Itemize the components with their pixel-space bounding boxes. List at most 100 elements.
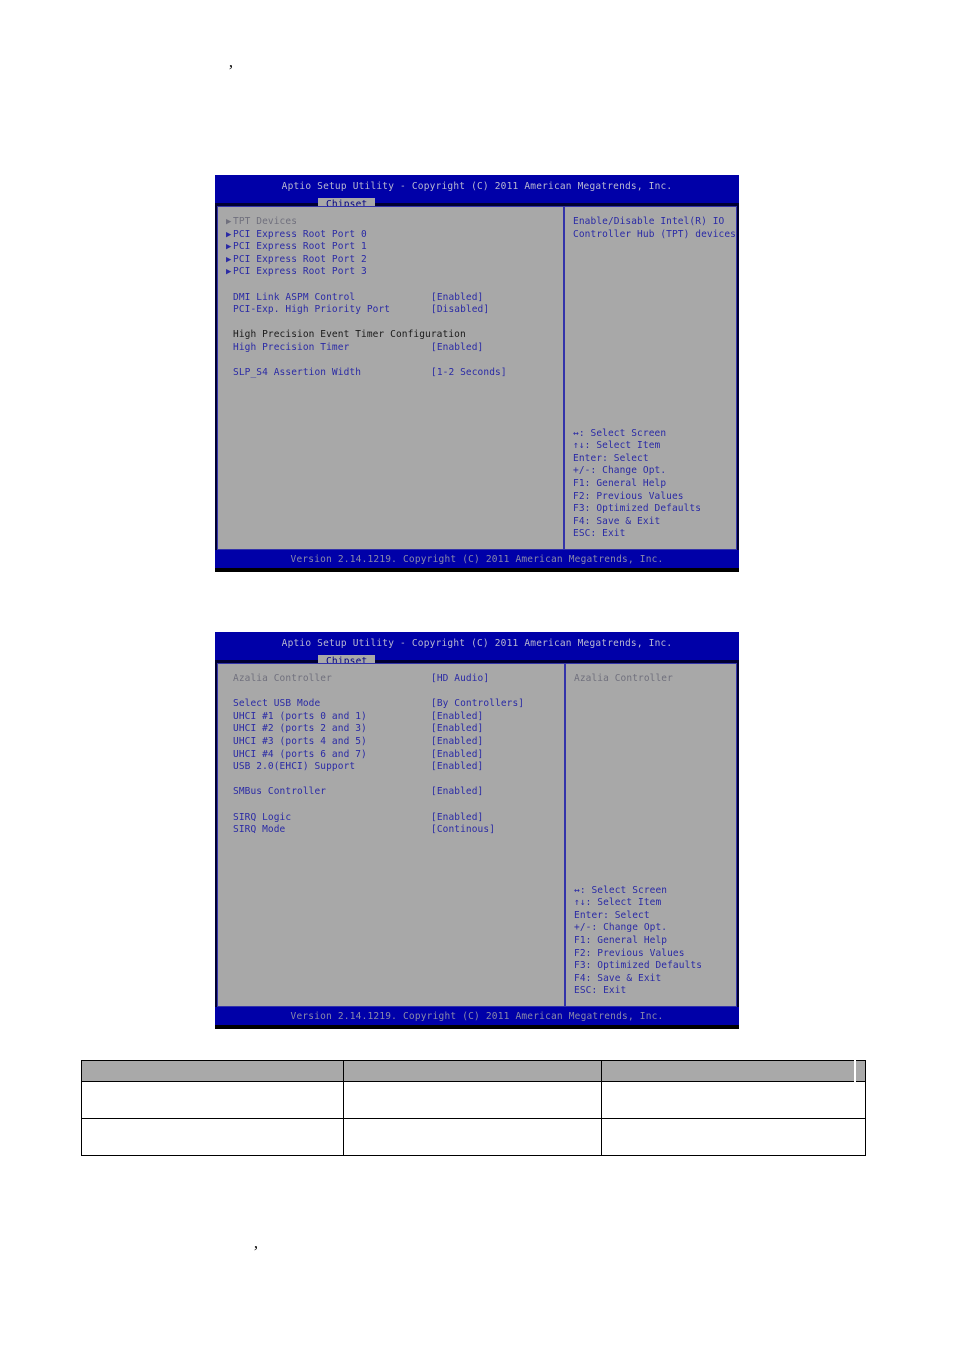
stray-mark-top: ’: [228, 61, 234, 80]
bios-tabrow-1: Chipset: [215, 192, 739, 213]
bios-navkeys-2: ↔: Select Screen ↑↓: Select Item Enter: …: [574, 885, 739, 998]
setting-label: UHCI #3 (ports 4 and 5): [233, 735, 367, 747]
table-header-cell-2: [343, 1060, 602, 1082]
setting-dmi-link-aspm-control[interactable]: DMI Link ASPM Control [Enabled]: [218, 292, 563, 305]
setting-pci-exp-high-priority-port[interactable]: PCI-Exp. High Priority Port [Disabled]: [218, 304, 563, 317]
help-text-line: Enable/Disable Intel(R) IO: [573, 216, 725, 227]
navkey-save-exit: F4: Save & Exit: [573, 515, 661, 527]
bios-options-panel-1: ▶ TPT Devices ▶ PCI Express Root Port 0 …: [218, 207, 566, 549]
table-cell: [601, 1118, 866, 1156]
menu-spacer: [218, 774, 564, 787]
table-cell: [81, 1081, 344, 1119]
navkey-previous-values: F2: Previous Values: [573, 490, 684, 502]
menu-item-pci-express-root-port-2[interactable]: ▶ PCI Express Root Port 2: [218, 254, 563, 267]
bios-titlebar-1: Aptio Setup Utility - Copyright (C) 2011…: [215, 175, 739, 213]
menu-spacer: [218, 317, 563, 330]
navkey-select-item: ↑↓: Select Item: [573, 440, 661, 452]
bios-help-panel-2: Azalia Controller ↔: Select Screen ↑↓: S…: [566, 664, 736, 1006]
setting-label: SIRQ Logic: [233, 811, 292, 823]
menu-spacer: [218, 355, 563, 368]
setting-value[interactable]: [1-2 Seconds]: [431, 367, 507, 380]
setting-value[interactable]: [Enabled]: [431, 292, 483, 305]
settings-table: [81, 1060, 866, 1156]
navkey-general-help: F1: General Help: [574, 935, 668, 947]
table-cell: [343, 1118, 602, 1156]
table-cell: [343, 1081, 602, 1119]
setting-label: DMI Link ASPM Control: [233, 291, 356, 303]
setting-label: High Precision Timer: [233, 341, 350, 353]
bios-footer-2: Version 2.14.1219. Copyright (C) 2011 Am…: [215, 1007, 739, 1025]
setting-value[interactable]: [Enabled]: [431, 761, 483, 774]
bios-version-text: Version 2.14.1219. Copyright (C) 2011 Am…: [290, 1011, 664, 1022]
setting-value[interactable]: [Enabled]: [431, 711, 483, 724]
menu-item-tpt-devices[interactable]: ▶ TPT Devices: [218, 216, 563, 229]
menu-item-pci-express-root-port-0[interactable]: ▶ PCI Express Root Port 0: [218, 229, 563, 242]
setting-label: PCI-Exp. High Priority Port: [233, 304, 391, 316]
menu-item-pci-express-root-port-3[interactable]: ▶ PCI Express Root Port 3: [218, 266, 563, 279]
bios-options-panel-2: Azalia Controller [HD Audio] Select USB …: [218, 664, 566, 1006]
table-header-text: [82, 1069, 343, 1073]
setting-smbus-controller[interactable]: SMBus Controller [Enabled]: [218, 786, 564, 799]
setting-slp-s4-assertion-width[interactable]: SLP_S4 Assertion Width [1-2 Seconds]: [218, 367, 563, 380]
table-cell-text: [344, 1098, 601, 1102]
menu-item-label: PCI Express Root Port 2: [233, 253, 367, 265]
setting-value[interactable]: [Enabled]: [431, 723, 483, 736]
table-cell-text: [602, 1135, 865, 1139]
table-header-text: [344, 1069, 601, 1073]
setting-label: UHCI #1 (ports 0 and 1): [233, 710, 367, 722]
table-cell-text: [344, 1135, 601, 1139]
setting-usb-2-ehci-support[interactable]: USB 2.0(EHCI) Support [Enabled]: [218, 761, 564, 774]
table-row: [81, 1118, 866, 1156]
bios-body-2: Azalia Controller [HD Audio] Select USB …: [217, 663, 737, 1007]
help-text-line: Azalia Controller: [574, 673, 673, 684]
table-cell: [81, 1118, 344, 1156]
section-heading-label: High Precision Event Timer Configuration: [233, 329, 466, 341]
navkey-esc-exit: ESC: Exit: [573, 528, 626, 540]
setting-value[interactable]: [Enabled]: [431, 736, 483, 749]
menu-item-label: PCI Express Root Port 1: [233, 241, 367, 253]
bios-bottom-strip: [215, 568, 739, 572]
setting-label: UHCI #2 (ports 2 and 3): [233, 723, 367, 735]
bios-screenshot-2: Aptio Setup Utility - Copyright (C) 2011…: [215, 632, 739, 1029]
bios-screenshot-1: Aptio Setup Utility - Copyright (C) 2011…: [215, 175, 739, 572]
setting-value[interactable]: [Disabled]: [431, 304, 489, 317]
section-heading-hpet-configuration: High Precision Event Timer Configuration: [218, 329, 563, 342]
setting-value[interactable]: [By Controllers]: [431, 698, 524, 711]
setting-value[interactable]: [Enabled]: [431, 812, 483, 825]
setting-uhci-2[interactable]: UHCI #2 (ports 2 and 3) [Enabled]: [218, 723, 564, 736]
setting-label: SLP_S4 Assertion Width: [233, 367, 362, 379]
setting-select-usb-mode[interactable]: Select USB Mode [By Controllers]: [218, 698, 564, 711]
submenu-arrow-icon: ▶: [226, 254, 232, 265]
stray-mark-bottom: ’: [253, 1242, 259, 1261]
table-cell-text: [82, 1098, 343, 1102]
setting-high-precision-timer[interactable]: High Precision Timer [Enabled]: [218, 342, 563, 355]
setting-azalia-controller[interactable]: Azalia Controller [HD Audio]: [218, 673, 564, 686]
navkey-save-exit: F4: Save & Exit: [574, 972, 662, 984]
navkey-select-item: ↑↓: Select Item: [574, 897, 662, 909]
table-header-row: [81, 1060, 866, 1082]
setting-label: Azalia Controller: [233, 673, 332, 684]
menu-item-label: PCI Express Root Port 0: [233, 228, 367, 240]
setting-value[interactable]: [Enabled]: [431, 342, 483, 355]
setting-uhci-1[interactable]: UHCI #1 (ports 0 and 1) [Enabled]: [218, 711, 564, 724]
setting-value[interactable]: [Continous]: [431, 824, 495, 837]
bios-bottom-strip: [215, 1025, 739, 1029]
setting-label: SIRQ Mode: [233, 824, 286, 836]
navkey-change-opt: +/-: Change Opt.: [574, 922, 668, 934]
navkey-optimized-defaults: F3: Optimized Defaults: [574, 960, 703, 972]
navkey-previous-values: F2: Previous Values: [574, 947, 685, 959]
document-page: ’ Aptio Setup Utility - Copyright (C) 20…: [0, 0, 954, 1350]
setting-sirq-logic[interactable]: SIRQ Logic [Enabled]: [218, 812, 564, 825]
bios-body-1: ▶ TPT Devices ▶ PCI Express Root Port 0 …: [217, 206, 737, 550]
submenu-arrow-icon: ▶: [226, 242, 232, 253]
table-cell: [601, 1081, 866, 1119]
setting-sirq-mode[interactable]: SIRQ Mode [Continous]: [218, 824, 564, 837]
setting-value[interactable]: [HD Audio]: [431, 673, 489, 686]
setting-uhci-3[interactable]: UHCI #3 (ports 4 and 5) [Enabled]: [218, 736, 564, 749]
menu-item-pci-express-root-port-1[interactable]: ▶ PCI Express Root Port 1: [218, 241, 563, 254]
table-header-cell-4: [854, 1060, 866, 1082]
setting-uhci-4[interactable]: UHCI #4 (ports 6 and 7) [Enabled]: [218, 749, 564, 762]
setting-value[interactable]: [Enabled]: [431, 786, 483, 799]
setting-value[interactable]: [Enabled]: [431, 749, 483, 762]
menu-spacer: [218, 686, 564, 699]
